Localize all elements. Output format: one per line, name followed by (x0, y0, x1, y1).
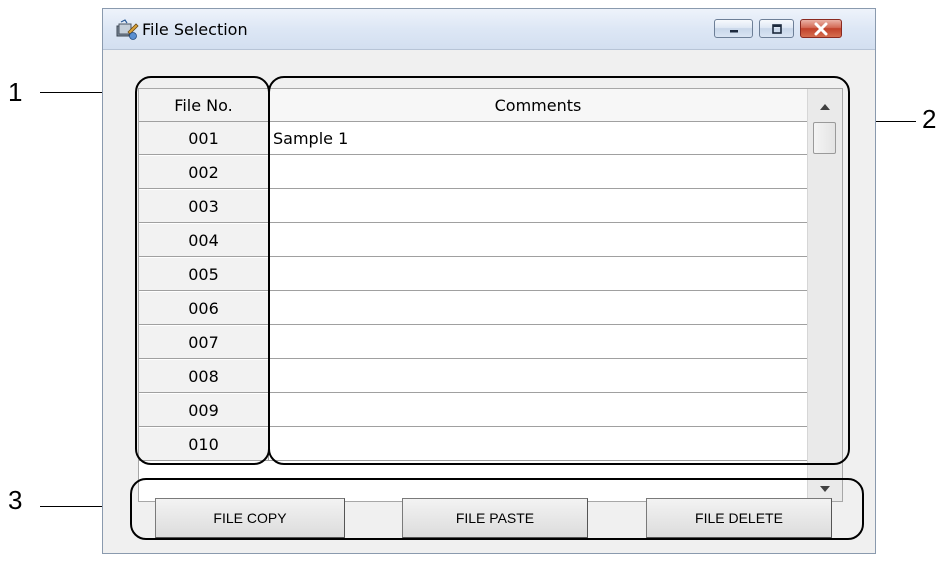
maximize-icon (760, 20, 793, 37)
callout-3: 3 (8, 485, 23, 515)
minimize-button[interactable] (714, 19, 753, 38)
callout-2: 2 (922, 104, 937, 134)
callout-1-outline (135, 76, 270, 465)
window-title: File Selection (142, 20, 248, 39)
minimize-icon (715, 20, 752, 37)
callout-1: 1 (8, 77, 23, 107)
close-icon (801, 20, 841, 37)
callout-2-outline (268, 76, 850, 465)
title-bar[interactable]: File Selection (103, 9, 875, 50)
file-selection-icon (115, 19, 139, 41)
callout-3-outline (130, 478, 864, 540)
close-button[interactable] (800, 19, 842, 38)
maximize-button[interactable] (759, 19, 794, 38)
